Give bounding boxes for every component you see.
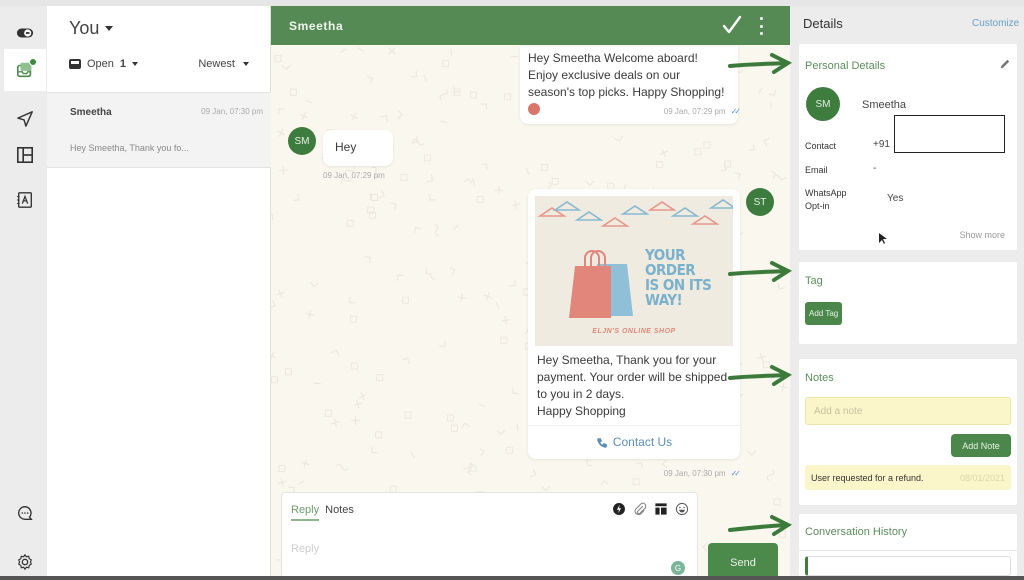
emoji-icon — [528, 103, 540, 115]
message-timestamp: 09 Jan, 07:29 pm ✓✓ — [663, 107, 742, 116]
icon-rail — [0, 6, 47, 576]
conversation-time: 09 Jan, 07:30 pm — [201, 107, 263, 116]
rail-chat[interactable] — [4, 492, 46, 534]
note-item: User requested for a refund. 08/01/2021 — [805, 465, 1011, 490]
layout-icon — [16, 146, 34, 164]
rail-inbox[interactable] — [4, 49, 46, 91]
note-date: 08/01/2021 — [959, 472, 1005, 483]
toggle-icon — [16, 28, 34, 38]
sort-dropdown[interactable]: Newest — [198, 58, 249, 70]
whatsapp-optin-label: WhatsApp Opt-in — [805, 188, 847, 211]
conversation-history-title: Conversation History — [805, 526, 908, 538]
history-item[interactable] — [805, 556, 1011, 576]
send-icon — [17, 111, 33, 127]
note-text: User requested for a refund. — [811, 472, 924, 483]
quick-reply-icon[interactable] — [612, 502, 626, 516]
contact-value: +91 — [873, 139, 890, 150]
rail-templates[interactable] — [4, 134, 46, 176]
composer-toolbar — [612, 502, 689, 516]
incoming-message: Hey — [323, 130, 393, 166]
grammarly-icon[interactable]: G — [671, 561, 685, 575]
contact-name: Smeetha — [862, 99, 907, 111]
status-filter-label: Open — [87, 58, 114, 70]
status-filter-count: 1 — [119, 58, 127, 70]
notes-card: Notes Add Note User requested for a refu… — [799, 359, 1017, 505]
customize-link[interactable]: Customize — [972, 18, 1024, 29]
conversation-list-item[interactable]: Smeetha 09 Jan, 07:30 pm Hey Smeetha, Th… — [47, 92, 271, 168]
filter-row: Open 1 Newest — [69, 58, 249, 70]
message-timestamp: 09 Jan, 07:30 pm ✓✓ — [663, 469, 742, 478]
add-note-button[interactable]: Add Note — [951, 434, 1011, 457]
contacts-icon — [16, 192, 32, 208]
assignee-dropdown[interactable]: You — [69, 18, 114, 39]
personal-details-card: Personal Details SM Smeetha Contact +91 … — [799, 44, 1017, 250]
contact-us-button[interactable]: Contact Us — [528, 425, 740, 459]
banner-headline: YOUR ORDER IS ON ITS WAY! — [645, 246, 712, 309]
personal-details-title: Personal Details — [805, 60, 886, 72]
chat-panel: Smeetha Hey Smeetha Welcome aboard! Enjo… — [271, 6, 790, 576]
order-banner-image: YOUR ORDER IS ON ITS WAY! ELJN'S ONLINE … — [535, 196, 733, 346]
read-receipt-icon: ✓✓ — [730, 469, 742, 478]
tab-notes[interactable]: Notes — [325, 504, 354, 521]
details-panel: Details Customize Personal Details SM Sm… — [790, 6, 1024, 576]
notes-title: Notes — [805, 372, 834, 384]
contact-label: Contact — [805, 141, 837, 151]
chevron-down-icon — [132, 62, 139, 66]
redacted-phone-box — [894, 115, 1005, 153]
chat-bubble-icon — [18, 506, 33, 520]
conversation-name: Smeetha — [70, 107, 112, 118]
inbox-badge — [29, 58, 37, 66]
message-text: Hey Smeetha Welcome aboard! Enjoy exclus… — [528, 51, 725, 99]
reply-input[interactable] — [291, 529, 681, 569]
divider — [799, 550, 1017, 551]
email-label: Email — [805, 165, 828, 175]
tab-reply[interactable]: Reply — [291, 504, 320, 521]
template-icon[interactable] — [654, 502, 668, 516]
details-title: Details — [803, 16, 843, 31]
show-more-link[interactable]: Show more — [959, 230, 1005, 240]
contact-avatar: SM — [806, 87, 840, 121]
whatsapp-optin-value: Yes — [887, 193, 904, 204]
attachment-icon[interactable] — [633, 502, 647, 516]
gear-icon — [17, 553, 33, 571]
sort-label: Newest — [198, 58, 235, 70]
status-filter-dropdown[interactable]: Open 1 — [69, 58, 139, 70]
outgoing-template-message: YOUR ORDER IS ON ITS WAY! ELJN'S ONLINE … — [528, 189, 740, 459]
composer-tabs: Reply Notes — [291, 504, 354, 521]
tag-card: Tag Add Tag — [799, 262, 1017, 344]
edit-pencil-icon[interactable] — [999, 58, 1011, 70]
email-value: - — [873, 163, 877, 174]
chevron-down-icon — [243, 62, 249, 66]
mouse-cursor-icon — [879, 233, 887, 244]
rail-toggle[interactable] — [4, 12, 46, 54]
assignee-label: You — [69, 18, 100, 38]
add-note-input[interactable] — [805, 397, 1011, 425]
add-tag-button[interactable]: Add Tag — [805, 302, 843, 325]
agent-avatar: ST — [746, 188, 774, 216]
rail-settings[interactable] — [4, 541, 46, 580]
screen-bottom-edge — [0, 576, 1024, 580]
conversation-list-panel: You Open 1 Newest Smeetha 09 Jan, 07:30 … — [47, 6, 271, 576]
conversation-preview: Hey Smeetha, Thank you fo... — [70, 143, 189, 153]
chat-contact-name: Smeetha — [289, 18, 344, 33]
reply-composer: Reply Notes G — [281, 492, 698, 576]
message-text: Hey Smeetha, Thank you for your payment.… — [537, 353, 728, 418]
banner-shop-name: ELJN'S ONLINE SHOP — [592, 328, 676, 335]
app-window: You Open 1 Newest Smeetha 09 Jan, 07:30 … — [0, 6, 1024, 576]
resolve-check-icon[interactable] — [722, 14, 742, 36]
conversation-history-card: Conversation History — [799, 514, 1017, 576]
rail-contacts[interactable] — [4, 179, 46, 221]
chat-header: Smeetha — [271, 6, 790, 45]
phone-icon — [597, 437, 607, 448]
emoji-picker-icon[interactable] — [675, 502, 689, 516]
send-button[interactable]: Send — [708, 543, 778, 576]
message-timestamp: 09 Jan, 07:29 pm — [323, 171, 385, 180]
tag-title: Tag — [805, 275, 823, 287]
read-receipt-icon: ✓✓ — [730, 107, 742, 116]
inbox-tray-icon — [69, 59, 81, 69]
more-options-icon[interactable] — [758, 17, 764, 35]
chevron-down-icon — [105, 26, 114, 31]
contact-avatar: SM — [288, 127, 316, 155]
message-text: Hey — [335, 140, 357, 154]
